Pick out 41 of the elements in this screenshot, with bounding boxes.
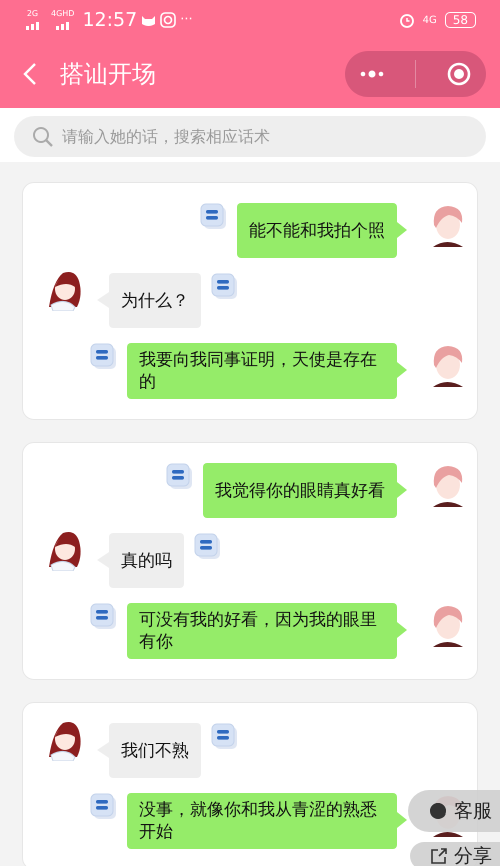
copy-icon[interactable]	[90, 343, 117, 370]
copy-icon[interactable]	[211, 273, 238, 300]
message-bubble: 我要向我同事证明，天使是存在的	[127, 343, 397, 399]
bubble-tail	[397, 362, 407, 378]
message-bubble: 能不能和我拍个照	[237, 203, 397, 258]
page-title: 搭讪开场	[60, 59, 156, 90]
search-icon	[32, 126, 53, 147]
bubble-tail	[397, 482, 407, 498]
copy-icon[interactable]	[90, 603, 117, 630]
share-button[interactable]: 分享	[410, 842, 500, 866]
bubble-tail	[397, 222, 407, 238]
copy-icon[interactable]	[166, 463, 193, 490]
app-icon	[160, 12, 176, 28]
back-button[interactable]	[22, 62, 38, 86]
copy-icon[interactable]	[200, 203, 227, 230]
more-icon	[360, 69, 384, 79]
message-bubble: 可没有我的好看，因为我的眼里有你	[127, 603, 397, 659]
app-icon	[141, 14, 156, 26]
bubble-tail	[397, 622, 407, 638]
more-button[interactable]	[360, 69, 384, 79]
service-button[interactable]: 客服	[408, 790, 500, 832]
network-label: 4G	[422, 14, 437, 28]
message-bubble: 我们不熟	[109, 723, 201, 778]
message-bubble: 没事，就像你和我从青涩的熟悉开始	[127, 793, 397, 849]
message-bubble: 为什么？	[109, 273, 201, 328]
battery-indicator: 58	[444, 12, 476, 28]
close-button[interactable]	[446, 62, 471, 86]
share-icon	[430, 847, 448, 865]
alarm-icon	[398, 12, 415, 28]
copy-icon[interactable]	[194, 533, 221, 560]
network-label: 4GHD	[51, 10, 74, 18]
back-icon	[22, 62, 38, 86]
message-bubble: 真的吗	[109, 533, 184, 588]
status-more: ···	[180, 11, 193, 30]
status-time: 12:57	[82, 8, 138, 33]
message-bubble: 我觉得你的眼睛真好看	[203, 463, 397, 518]
copy-icon[interactable]	[211, 723, 238, 750]
close-icon	[446, 62, 471, 86]
copy-icon[interactable]	[90, 793, 117, 820]
network-label: 2G	[26, 10, 38, 18]
search-field[interactable]: 请输入她的话，搜索相应话术	[14, 116, 486, 157]
